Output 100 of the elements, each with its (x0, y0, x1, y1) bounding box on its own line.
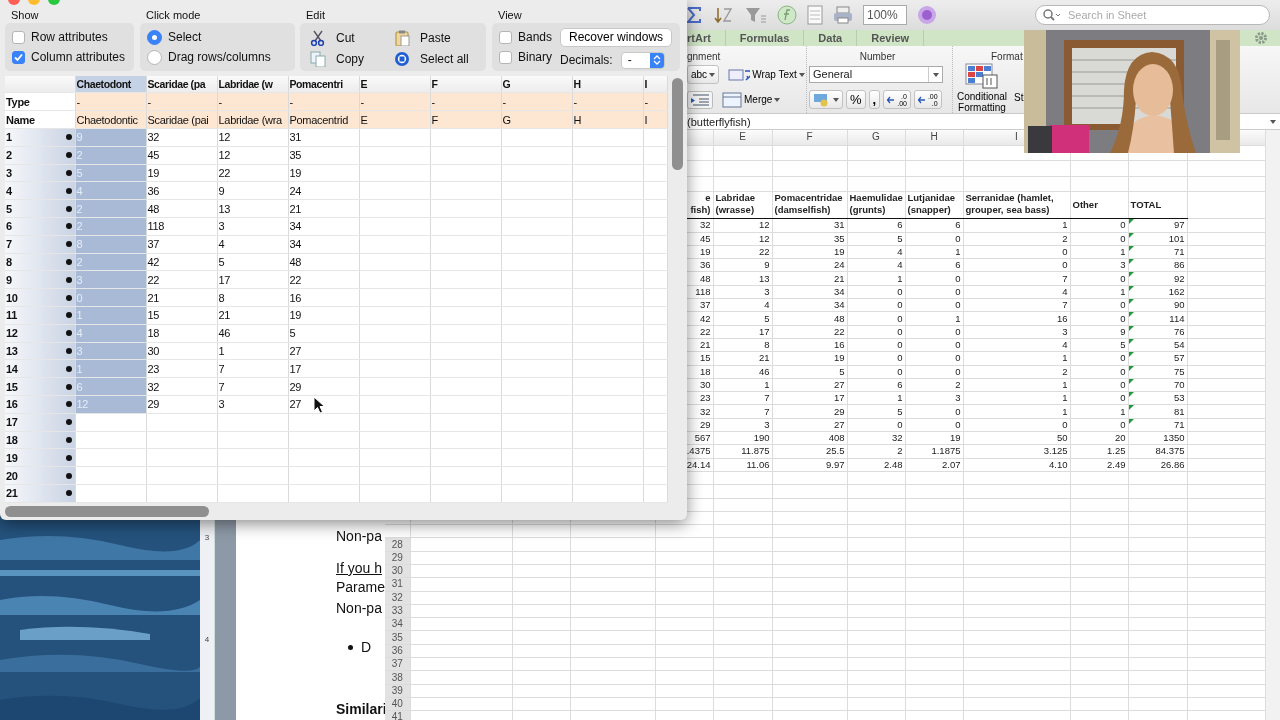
document-text: Non-pa (336, 599, 383, 618)
table-cell[interactable]: 5 (288, 324, 359, 343)
table-cell[interactable]: 12 (217, 128, 288, 147)
wrap-text-button[interactable]: Wrap Text (724, 65, 809, 84)
table-cell[interactable]: 118 (146, 217, 217, 236)
printer-icon[interactable] (833, 6, 853, 24)
table-cell[interactable]: 29 (288, 377, 359, 396)
sheet-icon[interactable] (807, 5, 823, 25)
conditional-formatting-button[interactable]: Conditional Formatting (953, 62, 1011, 114)
table-cell[interactable]: 22 (146, 270, 217, 289)
table-cell[interactable]: 42 (146, 253, 217, 271)
function-icon[interactable] (777, 5, 797, 25)
checkbox[interactable] (12, 50, 25, 64)
column-letter[interactable]: H (930, 131, 938, 143)
table-cell[interactable]: 19 (288, 306, 359, 325)
table-cell[interactable]: 48 (146, 199, 217, 218)
search-field[interactable]: Search in Sheet (1035, 5, 1270, 25)
table-cell[interactable]: 32 (146, 377, 217, 396)
table-cell[interactable]: 45 (146, 146, 217, 165)
table-cell[interactable]: 37 (146, 235, 217, 254)
table-cell[interactable]: 35 (288, 146, 359, 165)
table-cell[interactable]: 29 (146, 395, 217, 414)
table-cell[interactable]: 13 (217, 199, 288, 218)
table-cell[interactable]: 23 (146, 359, 217, 378)
zoom-field[interactable]: 100% (863, 5, 907, 25)
checkbox[interactable] (499, 30, 512, 44)
column-letter[interactable]: E (739, 131, 746, 143)
table-cell[interactable]: 7 (217, 377, 288, 396)
table-cell[interactable]: 15 (146, 306, 217, 325)
table-cell[interactable]: 24 (288, 181, 359, 200)
table-cell[interactable]: 1 (217, 342, 288, 360)
help-icon[interactable] (917, 5, 937, 25)
radio-button[interactable] (147, 49, 162, 65)
column-header[interactable]: G (501, 76, 572, 93)
currency-button[interactable] (809, 90, 843, 109)
table-cell[interactable]: 9 (217, 181, 288, 200)
table-cell[interactable]: 36 (146, 181, 217, 200)
table-cell[interactable]: 19 (288, 164, 359, 182)
table-cell[interactable]: 48 (288, 253, 359, 271)
text-style-button[interactable]: abc (687, 65, 720, 84)
styles-button[interactable]: St (1013, 62, 1025, 114)
scrollbar-thumb[interactable] (5, 505, 209, 517)
table-header: TOTAL (1128, 191, 1187, 219)
table-cell[interactable]: 34 (288, 217, 359, 236)
table-cell[interactable]: 30 (146, 342, 217, 360)
table-cell[interactable]: 27 (288, 342, 359, 360)
percent-button[interactable]: % (846, 90, 866, 109)
column-header[interactable]: Scaridae (pa (146, 76, 217, 93)
column-header[interactable]: I (643, 76, 667, 93)
column-header[interactable]: Chaetodont (75, 76, 146, 93)
table-cell[interactable]: 17 (217, 270, 288, 289)
column-letter[interactable]: F (806, 131, 813, 143)
table-cell[interactable]: 7 (217, 359, 288, 378)
table-cell[interactable]: 34 (288, 235, 359, 254)
copy-button[interactable]: Copy (310, 48, 388, 69)
table-cell[interactable]: 31 (288, 128, 359, 147)
table-cell[interactable]: 17 (288, 359, 359, 378)
column-letter[interactable]: G (872, 131, 880, 143)
recover-windows-button[interactable]: Recover windows (560, 28, 673, 47)
checkbox[interactable] (499, 50, 512, 64)
column-header[interactable]: F (430, 76, 501, 93)
table-cell[interactable]: 19 (146, 164, 217, 182)
table-cell[interactable]: 3 (217, 395, 288, 414)
table-cell[interactable]: 8 (217, 288, 288, 307)
table-cell[interactable]: 21 (146, 288, 217, 307)
merge-button[interactable]: Merge (718, 90, 785, 109)
radio-button[interactable] (147, 29, 162, 45)
column-header[interactable]: Pomacentri (288, 76, 359, 93)
table-cell[interactable]: 18 (146, 324, 217, 343)
column-header[interactable]: Labridae (w (217, 76, 288, 93)
caret-icon[interactable] (1270, 120, 1276, 124)
select-all-button[interactable]: Select all (394, 48, 484, 69)
comma-button[interactable]: , (868, 90, 881, 109)
column-letter[interactable]: I (1015, 131, 1018, 143)
settings-icon[interactable] (1254, 31, 1268, 45)
table-cell[interactable]: 22 (217, 164, 288, 182)
table-cell[interactable]: 22 (288, 270, 359, 289)
table-cell[interactable]: 21 (288, 199, 359, 218)
indent-icon[interactable] (687, 90, 713, 109)
scrollbar-thumb[interactable] (672, 78, 683, 170)
decimals-select[interactable]: - (620, 51, 665, 69)
column-header[interactable]: E (359, 76, 430, 93)
table-cell[interactable]: 16 (288, 288, 359, 307)
sort-icon[interactable] (713, 6, 735, 24)
table-cell[interactable]: 21 (217, 306, 288, 325)
filter-icon[interactable] (745, 6, 767, 24)
checkbox[interactable] (12, 30, 25, 44)
table-cell[interactable]: 4 (217, 235, 288, 254)
scrollbar-track[interactable] (1265, 130, 1280, 720)
dot-icon (65, 223, 72, 230)
sum-icon[interactable] (685, 6, 703, 24)
column-header[interactable]: H (572, 76, 643, 93)
table-cell[interactable]: 12 (217, 146, 288, 165)
number-format-select[interactable]: General (809, 66, 943, 83)
table-cell[interactable]: 3 (217, 217, 288, 236)
table-cell[interactable]: 46 (217, 324, 288, 343)
cut-button[interactable]: Cut (310, 27, 388, 48)
table-cell[interactable]: 32 (146, 128, 217, 147)
paste-button[interactable]: Paste (394, 27, 484, 48)
table-cell[interactable]: 5 (217, 253, 288, 271)
